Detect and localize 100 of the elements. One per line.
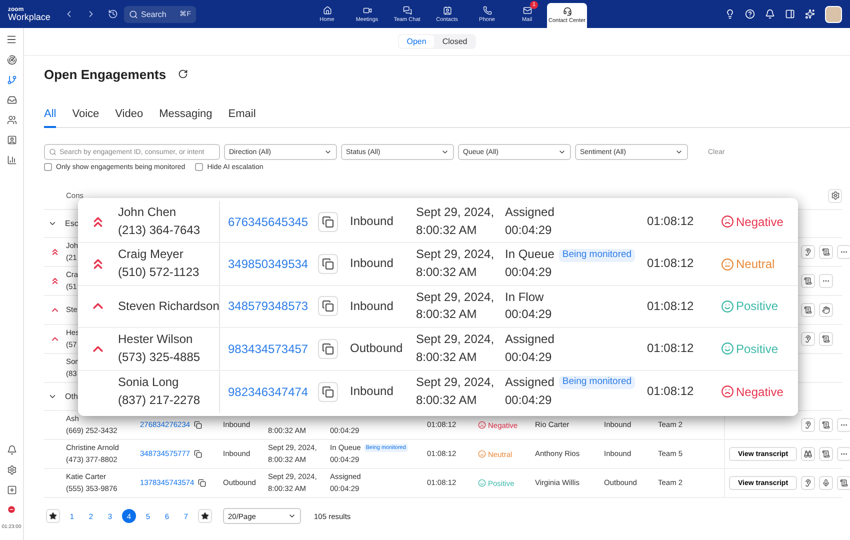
history-icon[interactable] [108,9,118,19]
chevron-down-icon [675,148,683,156]
radar-icon[interactable] [6,55,16,65]
sentiment-label: Positive [736,342,778,356]
people-icon[interactable] [6,115,16,125]
duration-text: 01:08:12 [647,300,694,314]
engagement-id-link[interactable]: 348579348573 [228,299,308,314]
checkbox[interactable] [195,163,204,171]
binoculars-icon[interactable] [801,447,815,461]
engagement-id-link[interactable]: 983434573457 [228,342,308,356]
date-text: Sept 29, 2024, [416,248,494,262]
ear-icon[interactable] [801,476,815,490]
copy-icon[interactable] [194,450,202,458]
panel-icon[interactable] [785,9,795,19]
phone-number: (837) 217-2278 [118,394,200,408]
status-time: 00:04:29 [505,350,552,365]
transcript-icon[interactable] [819,418,833,432]
copy-icon[interactable] [318,296,338,316]
copy-icon[interactable] [318,382,338,402]
copy-icon[interactable] [198,479,206,487]
direction-text: Inbound [350,300,394,314]
duration-text: 01:08:12 [647,342,694,356]
copy-icon[interactable] [318,254,338,274]
bell-icon[interactable] [6,445,16,455]
phone-number: (573) 325-4885 [118,350,200,365]
phone-number: (213) 364-7643 [118,224,200,238]
chevron-down-icon [441,148,449,156]
engagement-id-link[interactable]: 676345645345 [228,214,308,229]
monitored-badge: Being monitored [559,376,635,390]
settings-icon[interactable] [6,465,16,475]
sentiment-label: Negative [736,214,784,229]
help-icon[interactable] [745,9,755,19]
ear-icon[interactable] [801,418,815,432]
bar-chart-icon[interactable] [6,155,16,165]
frown-face-icon [721,385,734,398]
ear-icon[interactable] [801,245,815,259]
search-icon [49,148,56,156]
sentiment-label: Positive [736,299,778,314]
tab[interactable]: Voice [72,102,100,128]
copy-icon[interactable] [194,421,202,429]
chevron-down-icon [288,512,296,520]
ear-icon[interactable] [801,332,815,346]
time-text: 8:00:32 AM [416,394,477,408]
duration-text: 01:08:12 [647,214,694,229]
transcript-icon[interactable] [819,245,833,259]
date-text: Sept 29, 2024, [416,206,494,220]
direction-text: Inbound [350,257,394,271]
chevron-icon[interactable] [48,392,57,401]
transcript-icon[interactable] [801,274,815,288]
date-text: Sept 29, 2024, [416,290,494,304]
status-time: 00:04:29 [505,266,552,280]
consumer-name: Sonia Long [118,376,179,390]
refresh-icon[interactable] [178,69,188,79]
inbox-icon[interactable] [6,95,16,105]
transcript-icon[interactable] [819,332,833,346]
time-text: 8:00:32 AM [416,350,477,365]
date-text: Sept 29, 2024, [416,376,494,390]
consumer-name: John Chen [118,206,176,220]
search-icon [129,10,138,18]
chevron-down-icon [558,148,566,156]
home-icon [322,6,332,14]
time-text: 8:00:32 AM [416,266,477,280]
toggle-option[interactable]: Open [398,35,434,48]
transcript-icon[interactable] [819,447,833,461]
chevron-icon[interactable] [48,219,57,228]
consumer-name: Hester Wilson [118,333,193,347]
tab[interactable]: Messaging [159,102,212,128]
menu-icon[interactable] [6,34,17,45]
tab[interactable]: All [44,102,56,128]
phone-number: (510) 572-1123 [118,266,200,280]
bell-icon[interactable] [765,9,775,19]
copy-icon[interactable] [318,338,338,359]
engagement-id-link[interactable]: 349850349534 [228,257,308,272]
neutral-face-icon [478,450,486,458]
time-text: 8:00:32 AM [416,224,477,238]
lightbulb-icon[interactable] [725,9,735,19]
consumer-name: Craig Meyer [118,248,184,262]
mic-icon[interactable] [819,476,833,490]
double-chevron-up-icon [50,276,60,286]
hand-icon[interactable] [819,303,833,317]
branch-icon[interactable] [6,75,16,85]
transcript-icon[interactable] [837,476,850,490]
monitored-badge: Being monitored [559,248,635,262]
toggle-option[interactable]: Closed [434,35,476,48]
group-label: Oth [65,392,78,401]
checkbox[interactable] [44,163,52,171]
person-card-icon[interactable] [6,135,16,145]
mail-icon [522,6,532,14]
direction-text: Inbound [350,214,394,229]
copy-icon[interactable] [318,212,338,232]
transcript-icon[interactable] [801,303,815,317]
engagement-id-link[interactable]: 982346347474 [228,384,308,399]
sparkle-icon[interactable] [805,9,815,19]
avatar[interactable] [825,6,842,22]
duration-text: 01:08:12 [647,384,694,399]
plus-icon[interactable] [6,485,16,495]
sentiment-label: Negative [736,384,784,399]
tab[interactable]: Video [115,102,144,128]
tab[interactable]: Email [228,102,256,128]
neutral-face-icon [721,258,734,271]
